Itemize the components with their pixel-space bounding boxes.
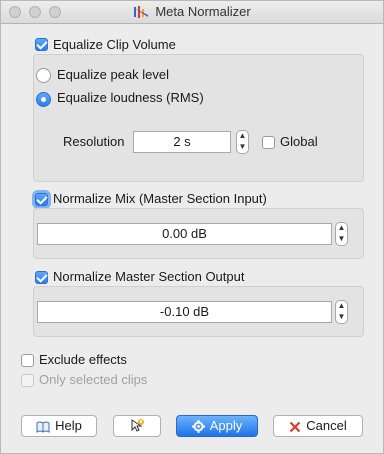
meta-normalizer-window: Meta Normalizer Equalize Clip Volume Equ… (0, 0, 384, 454)
title-bar: Meta Normalizer (1, 1, 383, 24)
close-x-icon (289, 419, 301, 439)
gear-icon (191, 419, 205, 439)
mix-level-input[interactable]: 0.00 dB (37, 223, 332, 245)
context-help-button[interactable] (113, 415, 161, 437)
book-icon (36, 419, 50, 439)
exclude-effects-label: Exclude effects (39, 352, 127, 367)
normalize-master-checkbox[interactable] (35, 271, 48, 284)
apply-button-label: Apply (209, 418, 243, 433)
help-button[interactable]: Help (21, 415, 97, 437)
master-level-input[interactable]: -0.10 dB (37, 301, 332, 323)
resolution-input[interactable]: 2 s (133, 131, 231, 153)
peak-level-radio[interactable] (36, 68, 51, 83)
help-button-label: Help (55, 418, 82, 433)
only-selected-clips-label: Only selected clips (39, 372, 148, 387)
rms-loudness-radio[interactable] (36, 92, 51, 107)
resolution-stepper[interactable]: ▲ ▼ (236, 130, 249, 154)
pointer-help-icon (129, 418, 145, 433)
normalize-mix-checkbox[interactable] (35, 193, 48, 206)
cancel-button[interactable]: Cancel (273, 415, 363, 437)
global-checkbox[interactable] (262, 136, 275, 149)
cancel-button-label: Cancel (306, 418, 347, 433)
only-selected-clips-checkbox (21, 374, 34, 387)
peak-level-label: Equalize peak level (57, 67, 170, 82)
master-level-stepper[interactable]: ▲ ▼ (335, 300, 348, 324)
normalize-mix-label: Normalize Mix (Master Section Input) (53, 191, 267, 206)
equalize-clip-volume-checkbox[interactable] (35, 38, 48, 51)
equalize-clip-volume-label: Equalize Clip Volume (53, 37, 176, 52)
window-title: Meta Normalizer (155, 4, 251, 19)
global-label: Global (280, 134, 318, 149)
rms-loudness-label: Equalize loudness (RMS) (57, 90, 204, 105)
normalize-master-label: Normalize Master Section Output (53, 269, 245, 284)
resolution-label: Resolution (63, 134, 125, 149)
apply-button[interactable]: Apply (176, 415, 258, 437)
exclude-effects-checkbox[interactable] (21, 354, 34, 367)
mix-level-stepper[interactable]: ▲ ▼ (335, 222, 348, 246)
normalizer-app-icon (133, 5, 149, 22)
